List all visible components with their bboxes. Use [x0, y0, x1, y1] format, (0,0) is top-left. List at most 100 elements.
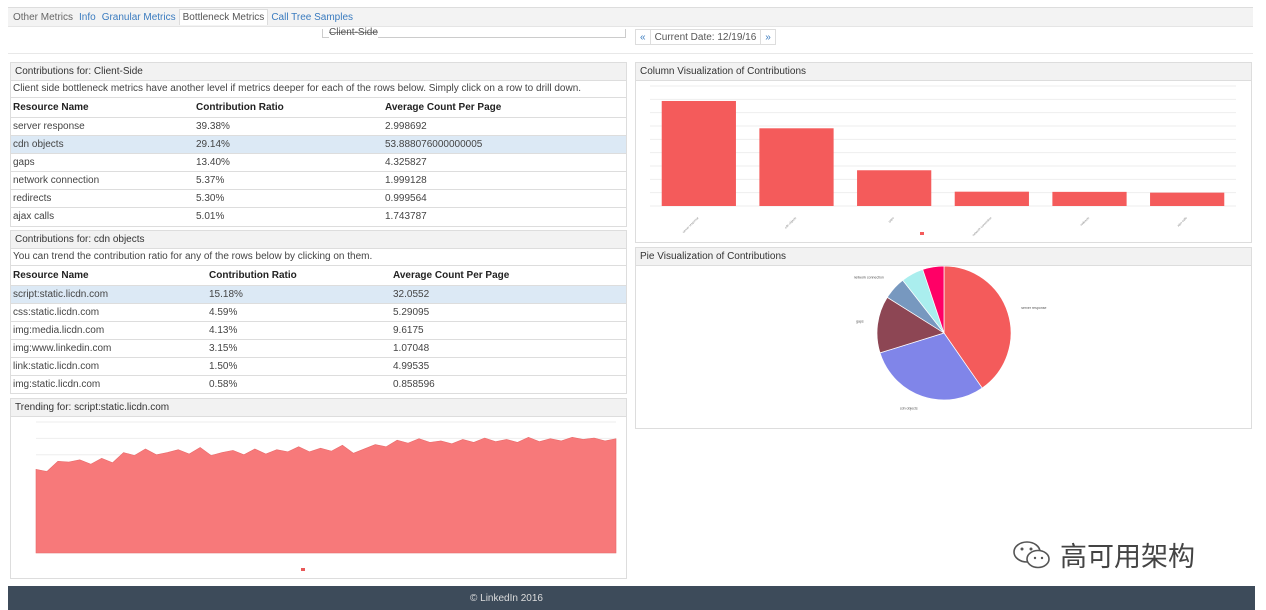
table-row[interactable]: css:static.licdn.com 4.59% 5.29095 [11, 302, 626, 321]
client-side-contributions-panel: Contributions for: Client-Side Client si… [10, 62, 627, 227]
table-cell: 0.858596 [391, 374, 626, 393]
table-cell: 29.14% [194, 134, 383, 153]
current-date-label: Current Date: 12/19/16 [651, 30, 762, 44]
trend-area-chart [35, 421, 617, 571]
table-cell: 4.13% [207, 320, 391, 339]
tab-granular-metrics[interactable]: Granular Metrics [99, 10, 179, 25]
table-cell: 13.40% [194, 152, 383, 171]
table-cell: script:static.licdn.com [11, 284, 207, 303]
table-cell: 32.0552 [391, 284, 626, 303]
divider [8, 53, 1253, 54]
slice-label: gaps [856, 319, 864, 323]
bar[interactable] [1150, 192, 1225, 206]
table-cell: css:static.licdn.com [11, 302, 207, 321]
panel-title: Pie Visualization of Contributions [636, 248, 1251, 266]
wechat-icon [1013, 540, 1050, 568]
table-cell: 1.50% [207, 356, 391, 375]
tab-info[interactable]: Info [76, 10, 99, 25]
table-row[interactable]: link:static.licdn.com 1.50% 4.99535 [11, 356, 626, 375]
table-row[interactable]: img:media.licdn.com 4.13% 9.6175 [11, 320, 626, 339]
column-chart-panel: Column Visualization of Contributions se… [635, 62, 1252, 243]
x-tick-label: ajax calls [1176, 216, 1188, 228]
table-cell: img:www.linkedin.com [11, 338, 207, 357]
table-row[interactable]: img:www.linkedin.com 3.15% 1.07048 [11, 338, 626, 357]
x-tick-label: server response [681, 216, 699, 234]
prev-date-button[interactable]: « [636, 30, 651, 44]
table-cell: 39.38% [194, 116, 383, 135]
table-cell: 4.99535 [391, 356, 626, 375]
x-tick-label: cdn objects [784, 216, 798, 230]
contribution-pie-chart: server response cdn objects gaps network co… [854, 250, 1047, 411]
pie-chart-panel: Pie Visualization of Contributions serve… [635, 247, 1252, 429]
column-header: Average Count Per Page [385, 101, 502, 113]
watermark-text: 高可用架构 [1060, 542, 1195, 572]
bar[interactable] [954, 191, 1029, 206]
bar[interactable] [1052, 191, 1127, 206]
table-row[interactable]: ajax calls 5.01% 1.743787 [11, 206, 626, 225]
metric-type-select[interactable]: Client-Side [322, 27, 626, 38]
column-header: Resource Name [13, 101, 89, 113]
tab-other-metrics[interactable]: Other Metrics [10, 10, 76, 25]
x-tick-label: redirects [1079, 216, 1090, 227]
area-series [35, 436, 617, 554]
x-tick-label: network connection [971, 216, 992, 237]
panel-title: Contributions for: Client-Side [11, 63, 626, 81]
panel-description: Client side bottleneck metrics have anot… [11, 81, 626, 98]
table-cell: gaps [11, 152, 194, 171]
contributions-table: Resource Name Contribution Ratio Average C… [11, 98, 626, 225]
table-cell: 0.58% [207, 374, 391, 393]
table-cell: server response [11, 116, 194, 135]
legend-swatch [920, 232, 924, 235]
column-header: Contribution Ratio [209, 269, 297, 281]
table-cell: 1.743787 [383, 206, 626, 225]
table-cell: 53.888076000000005 [383, 134, 626, 153]
table-cell: 9.6175 [391, 320, 626, 339]
table-cell: 2.998692 [383, 116, 626, 135]
table-row[interactable]: network connection 5.37% 1.999128 [11, 170, 626, 189]
table-cell: 5.01% [194, 206, 383, 225]
footer: © LinkedIn 2016 [8, 586, 1255, 610]
legend-swatch [301, 568, 305, 571]
panel-title: Column Visualization of Contributions [636, 63, 1251, 81]
table-row[interactable]: gaps 13.40% 4.325827 [11, 152, 626, 171]
table-cell: redirects [11, 188, 194, 207]
cdn-contributions-panel: Contributions for: cdn objects You can t… [10, 230, 627, 394]
cdn-contributions-table: Resource Name Contribution Ratio Average C… [11, 266, 626, 393]
date-navigator: « Current Date: 12/19/16 » [635, 29, 776, 45]
table-cell: 4.325827 [383, 152, 626, 171]
table-row[interactable]: img:static.licdn.com 0.58% 0.858596 [11, 374, 626, 393]
table-cell: 0.999564 [383, 188, 626, 207]
slice-label: cdn objects [900, 407, 918, 411]
tab-bottleneck-metrics[interactable]: Bottleneck Metrics [178, 9, 269, 25]
table-row[interactable]: cdn objects 29.14% 53.888076000000005 [11, 134, 626, 153]
copyright: © LinkedIn 2016 [470, 593, 543, 604]
table-cell: link:static.licdn.com [11, 356, 207, 375]
tab-call-tree-samples[interactable]: Call Tree Samples [268, 10, 356, 25]
bar[interactable] [759, 128, 834, 206]
table-cell: 5.30% [194, 188, 383, 207]
column-header: Contribution Ratio [196, 101, 284, 113]
panel-description: You can trend the contribution ratio for… [11, 249, 626, 266]
contribution-column-chart: server response cdn objects gaps network co… [650, 85, 1236, 237]
table-row[interactable]: server response 39.38% 2.998692 [11, 116, 626, 135]
table-cell: cdn objects [11, 134, 194, 153]
slice-label: network connection [854, 276, 884, 280]
column-header: Resource Name [13, 269, 89, 281]
table-cell: 1.999128 [383, 170, 626, 189]
table-cell: 15.18% [207, 284, 391, 303]
bar[interactable] [661, 100, 736, 206]
next-date-button[interactable]: » [761, 30, 775, 44]
table-row[interactable]: redirects 5.30% 0.999564 [11, 188, 626, 207]
column-header: Average Count Per Page [393, 269, 510, 281]
tab-bar: Other Metrics Info Granular Metrics Bottlen… [8, 7, 1253, 27]
panel-title: Trending for: script:static.licdn.com [11, 399, 626, 417]
panel-title: Contributions for: cdn objects [11, 231, 626, 249]
table-row[interactable]: script:static.licdn.com 15.18% 32.0552 [11, 284, 626, 303]
bar[interactable] [857, 170, 932, 206]
table-cell: img:static.licdn.com [11, 374, 207, 393]
table-header-row: Resource Name Contribution Ratio Average C… [11, 266, 626, 285]
table-header-row: Resource Name Contribution Ratio Average C… [11, 98, 626, 117]
table-cell: 5.29095 [391, 302, 626, 321]
x-tick-label: gaps [887, 216, 895, 224]
table-cell: 1.07048 [391, 338, 626, 357]
